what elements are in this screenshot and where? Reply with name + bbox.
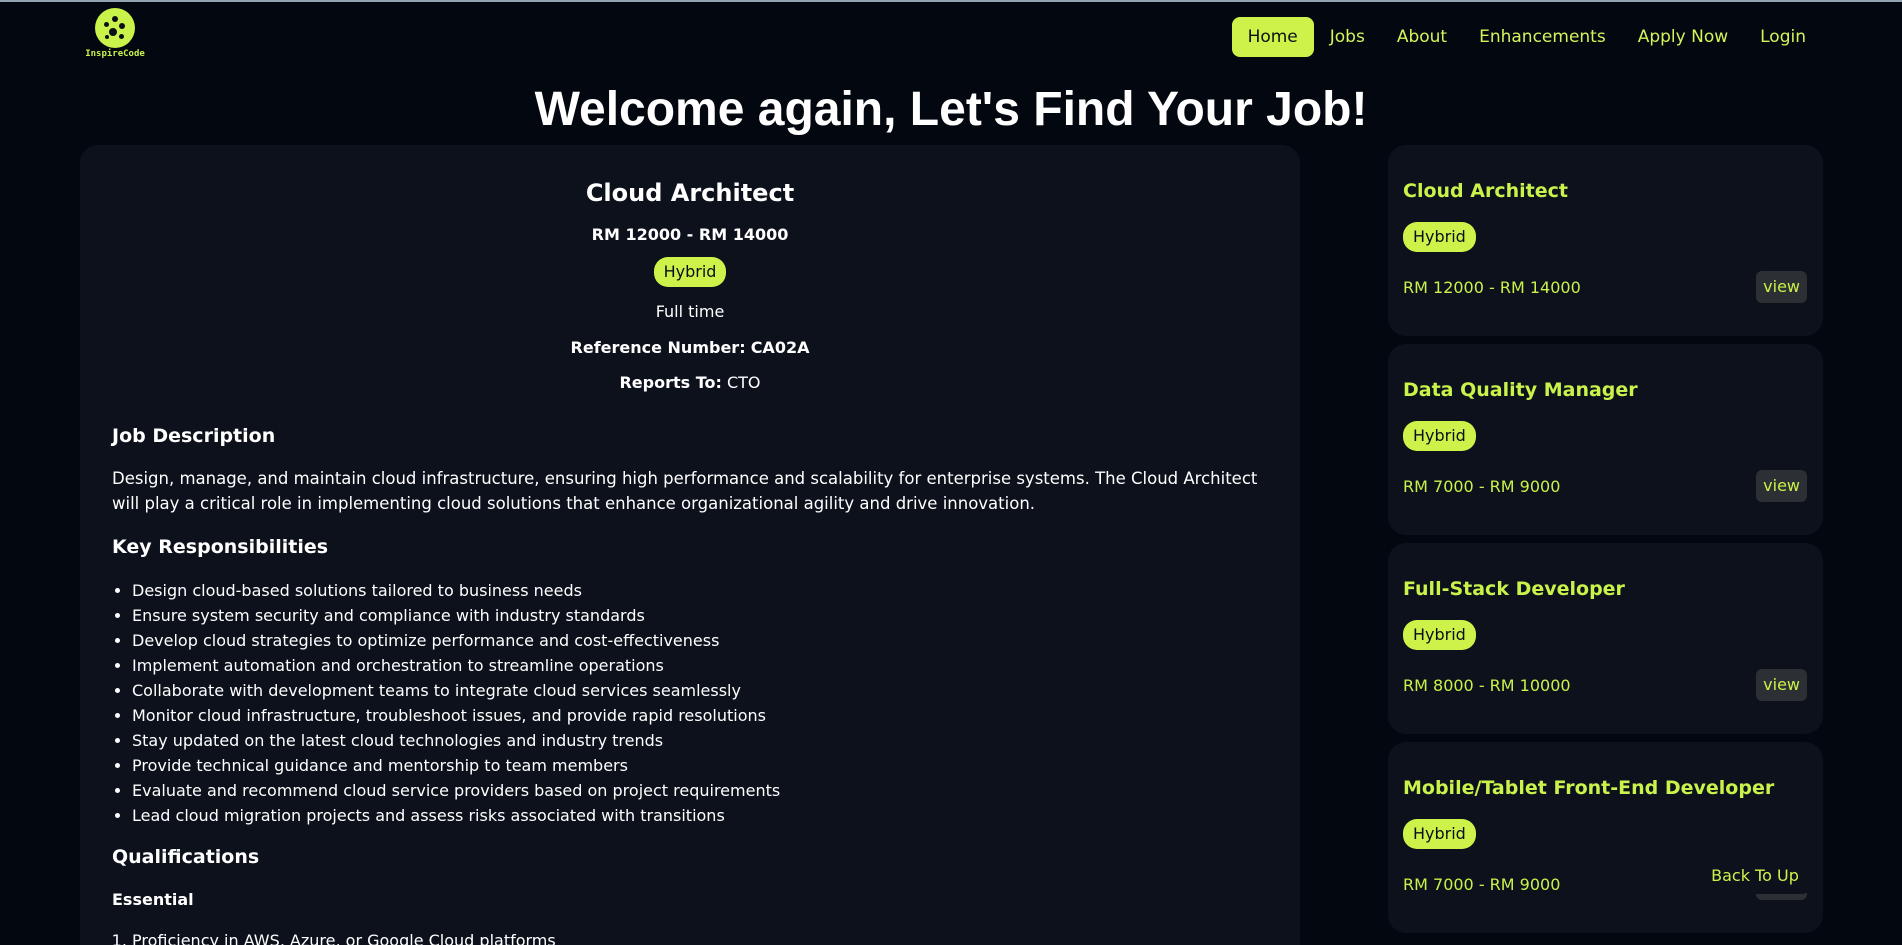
logo-text: InspireCode [85,49,145,59]
job-card-salary: RM 8000 - RM 10000 [1403,676,1571,695]
view-button[interactable]: view [1756,470,1807,502]
list-item: Proficiency in AWS, Azure, or Google Clo… [132,928,556,945]
job-card-title: Data Quality Manager [1403,379,1638,401]
window-top-border [0,0,1902,2]
reports-label: Reports To: [619,373,722,392]
job-salary: RM 12000 - RM 14000 [591,225,789,244]
reference-label: Reference Number: [570,338,746,357]
job-card-salary: RM 7000 - RM 9000 [1403,477,1561,496]
view-button[interactable]: view [1756,669,1807,701]
work-mode-wrap: Hybrid [80,257,1300,287]
reports-value: CTO [726,373,761,392]
job-card-title: Mobile/Tablet Front-End Developer [1403,777,1775,799]
work-mode-badge: Hybrid [1403,819,1476,849]
list-item: Lead cloud migration projects and assess… [132,803,780,828]
employment-type: Full time [655,302,725,321]
list-item: Develop cloud strategies to optimize per… [132,628,780,653]
back-to-top-button[interactable]: Back To Up [1700,858,1810,894]
list-item: Design cloud-based solutions tailored to… [132,578,780,603]
work-mode-badge: Hybrid [1403,620,1476,650]
responsibilities-heading: Key Responsibilities [112,536,329,558]
qualifications-heading: Qualifications [112,846,260,868]
job-card-salary: RM 12000 - RM 14000 [1403,278,1581,297]
job-card[interactable]: Full-Stack Developer Hybrid RM 8000 - RM… [1388,543,1823,734]
list-item: Ensure system security and compliance wi… [132,603,780,628]
work-mode-badge: Hybrid [1403,421,1476,451]
nav-enhancements[interactable]: Enhancements [1463,17,1622,57]
brand-logo[interactable]: InspireCode [82,8,148,60]
main-nav: Home Jobs About Enhancements Apply Now L… [1231,17,1822,57]
reference-number: Reference Number: CA02A [80,338,1300,357]
reference-value: CA02A [750,338,810,357]
job-card-salary: RM 7000 - RM 9000 [1403,875,1561,894]
job-card[interactable]: Mobile/Tablet Front-End Developer Hybrid… [1388,742,1823,933]
list-item: Stay updated on the latest cloud technol… [132,728,780,753]
nav-apply-now[interactable]: Apply Now [1622,17,1744,57]
list-item: Provide technical guidance and mentorshi… [132,753,780,778]
responsibilities-list: Design cloud-based solutions tailored to… [132,578,780,828]
work-mode-badge: Hybrid [653,257,727,287]
list-item: Implement automation and orchestration t… [132,653,780,678]
essential-heading: Essential [112,890,194,909]
list-item: Monitor cloud infrastructure, troublesho… [132,703,780,728]
job-card-title: Full-Stack Developer [1403,578,1625,600]
nav-about[interactable]: About [1381,17,1463,57]
nav-jobs[interactable]: Jobs [1314,17,1381,57]
job-card-title: Cloud Architect [1403,180,1568,202]
job-description-text: Design, manage, and maintain cloud infra… [112,469,1258,513]
view-button[interactable]: view [1756,271,1807,303]
list-item: Evaluate and recommend cloud service pro… [132,778,780,803]
job-detail-card: Cloud Architect RM 12000 - RM 14000 Hybr… [80,145,1300,945]
reports-to: Reports To: CTO [80,373,1300,392]
list-item: Collaborate with development teams to in… [132,678,780,703]
nav-home[interactable]: Home [1231,17,1314,57]
job-card[interactable]: Cloud Architect Hybrid RM 12000 - RM 140… [1388,145,1823,336]
page-title: Welcome again, Let's Find Your Job! [534,83,1368,136]
job-card[interactable]: Data Quality Manager Hybrid RM 7000 - RM… [1388,344,1823,535]
logo-icon [95,8,135,48]
nav-login[interactable]: Login [1744,17,1822,57]
job-description-heading: Job Description [112,425,276,447]
job-title: Cloud Architect [585,179,795,207]
work-mode-badge: Hybrid [1403,222,1476,252]
essential-list: Proficiency in AWS, Azure, or Google Clo… [132,928,556,945]
